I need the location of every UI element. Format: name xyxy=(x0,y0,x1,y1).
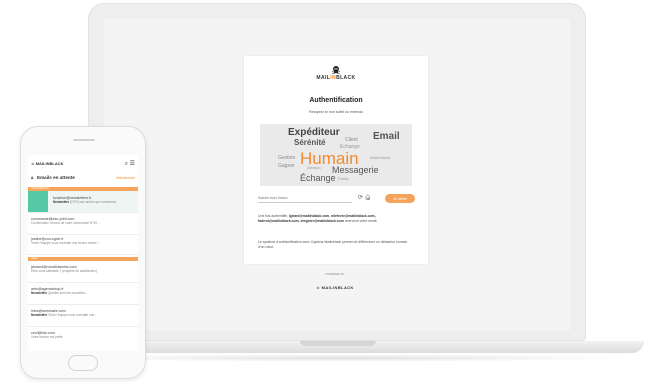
captcha-word: Email xyxy=(373,131,400,142)
brand-logo: MAILINBLACK xyxy=(244,65,428,81)
email-snippet: Êtes-vous satisfaits ? (enquête de satis… xyxy=(31,269,97,273)
phone-screen: ☠ MAILINBLACK ⌕ ☰ 🔒︎ Emails en attente S… xyxy=(28,155,138,351)
captcha-word: Gagner xyxy=(278,163,295,169)
phone-home-button[interactable] xyxy=(68,355,98,371)
email-snippet: Confirmation d'envoi de votre commande N… xyxy=(31,221,100,225)
captcha-input[interactable] xyxy=(258,194,352,203)
laptop-notch xyxy=(300,341,376,346)
validate-button[interactable]: Je valide xyxy=(385,194,415,203)
captcha-word: Mailinblack xyxy=(370,155,390,160)
email-snippet: Toute l'équipe vous souhaite une bonne a… xyxy=(31,241,99,245)
list-item[interactable]: commande@eau-print.com Confirmation d'en… xyxy=(28,217,138,235)
list-item[interactable]: anto@agencentop.fr Newsletter Quelles so… xyxy=(28,287,138,305)
list-item[interactable]: cecf@info.com Votre facture est prête xyxy=(28,331,138,349)
date-divider: HIER xyxy=(28,257,138,261)
list-item[interactable]: kvachon@newsletters.fr Newsletter (DTN) … xyxy=(28,191,138,213)
phone-speaker xyxy=(73,139,95,141)
recipients-paragraph: Une fois authentifié, lgirard@mailinblac… xyxy=(258,214,414,224)
recipients-suffix: recevront votre email. xyxy=(344,219,378,223)
menu-icon[interactable]: ☰ xyxy=(130,161,135,167)
captcha-form: ⟳ 🎧︎ Je valide xyxy=(258,194,415,204)
recipients-prefix: Une fois authentifié, xyxy=(258,214,288,218)
list-item[interactable]: infos@seminaire.com Newsletter Toute l'é… xyxy=(28,309,138,327)
captcha-word: Client xyxy=(345,137,358,143)
brand-name: MAILINBLACK xyxy=(316,75,356,81)
captcha-word: Gestion xyxy=(307,165,321,170)
captcha-word: Facile xyxy=(338,176,349,181)
captcha-instructions: Recopiez le mot soleil ou entendu xyxy=(309,110,363,114)
captcha-controls: ⟳ 🎧︎ xyxy=(358,194,371,201)
powered-by-label: POWERED BY xyxy=(325,272,345,276)
search-icon[interactable]: ⌕ xyxy=(125,161,128,167)
captcha-word: Échange xyxy=(300,173,336,183)
skull-icon: ☠ xyxy=(31,161,35,166)
list-item[interactable]: justine@zoo-sgvin.fr Toute l'équipe vous… xyxy=(28,237,138,255)
authentication-card: MAILINBLACK Authentification Recopiez le… xyxy=(244,56,428,264)
captcha-explanation: Le système d’authentification avec Captc… xyxy=(258,240,408,249)
phone-brand: ☠ MAILINBLACK xyxy=(31,161,64,166)
captcha-image: Expéditeur Sérénité Client Échange Email… xyxy=(260,124,412,186)
footer-brand: ☠ MAILINBLACK xyxy=(316,285,354,290)
list-item[interactable]: jdurand@mootbusiness.com Êtes-vous satis… xyxy=(28,265,138,283)
select-link[interactable]: Sélectionner xyxy=(116,176,135,180)
skull-icon: ☠ xyxy=(316,285,321,290)
phone-header: ☠ MAILINBLACK ⌕ ☰ xyxy=(31,161,135,169)
email-snippet: Votre facture est prête xyxy=(31,335,63,339)
section-title: Emails en attente xyxy=(37,175,75,180)
phone-frame: ☠ MAILINBLACK ⌕ ☰ 🔒︎ Emails en attente S… xyxy=(20,126,146,379)
captcha-word: Gestion xyxy=(278,155,296,161)
pending-emails-header: 🔒︎ Emails en attente Sélectionner xyxy=(31,175,135,183)
powered-by-footer: POWERED BY ☠ MAILINBLACK xyxy=(290,272,380,294)
skull-icon xyxy=(331,66,341,75)
selected-indicator xyxy=(28,191,48,212)
audio-icon[interactable]: 🎧︎ xyxy=(365,195,371,201)
email-snippet: Newsletter Toute l'équipe vous souhaite … xyxy=(31,313,97,317)
phone-header-icons: ⌕ ☰ xyxy=(125,160,135,168)
captcha-word: Expéditeur xyxy=(288,127,340,138)
refresh-icon[interactable]: ⟳ xyxy=(358,195,363,201)
captcha-word: Sérénité xyxy=(294,138,326,147)
lock-icon: 🔒︎ xyxy=(31,175,34,180)
captcha-word: Messagerie xyxy=(332,165,379,175)
email-snippet: Newsletter Quelles sont les nouvelles... xyxy=(31,291,88,295)
page-title: Authentification xyxy=(309,97,363,104)
